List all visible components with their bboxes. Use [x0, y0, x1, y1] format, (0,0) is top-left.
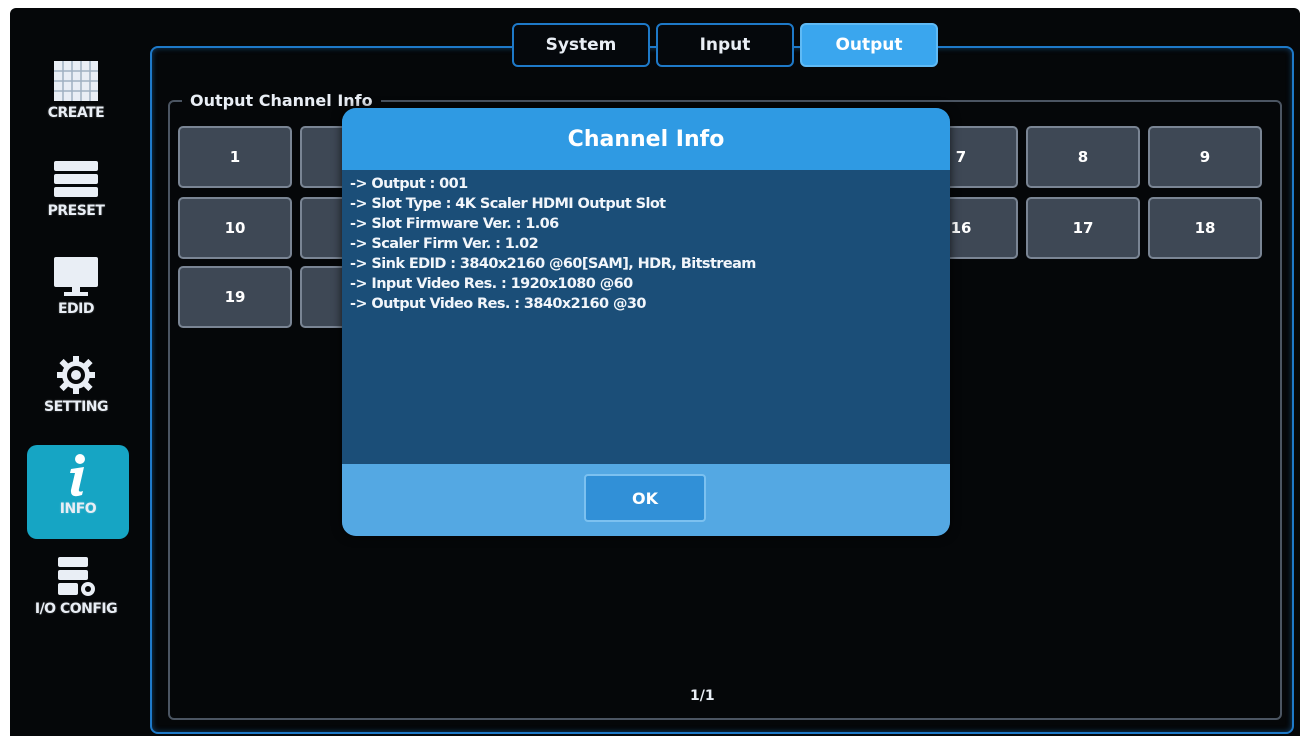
channel-button-1[interactable]: 1: [178, 126, 292, 188]
channel-button-19[interactable]: 19: [178, 266, 292, 328]
channel-info-dialog: Channel Info -> Output : 001 -> Slot Typ…: [342, 108, 950, 536]
info-line: -> Slot Type : 4K Scaler HDMI Output Slo…: [350, 196, 666, 212]
sidebar-item-label: SETTING: [44, 399, 108, 415]
sidebar-item-info[interactable]: INFO: [27, 445, 129, 539]
monitor-icon: [54, 257, 98, 297]
sidebar-item-create[interactable]: CREATE: [22, 53, 130, 147]
sidebar-item-label: PRESET: [47, 203, 105, 219]
grid-icon: [54, 61, 98, 101]
tab-input[interactable]: Input: [656, 23, 794, 67]
dialog-title: Channel Info: [342, 108, 950, 170]
info-line: -> Input Video Res. : 1920x1080 @60: [350, 276, 633, 292]
group-title: Output Channel Info: [182, 91, 381, 110]
dialog-body: -> Output : 001 -> Slot Type : 4K Scaler…: [342, 170, 950, 464]
dialog-footer: OK: [342, 464, 950, 536]
device-screen: CREATE PRESET EDID SETTING INFO I/O CONF…: [10, 8, 1300, 736]
sidebar-item-edid[interactable]: EDID: [22, 249, 130, 343]
info-line: -> Slot Firmware Ver. : 1.06: [350, 216, 559, 232]
io-config-icon: [54, 557, 98, 597]
info-line: -> Output : 001: [350, 176, 468, 192]
sidebar-item-label: INFO: [59, 501, 97, 517]
sidebar-item-preset[interactable]: PRESET: [22, 151, 130, 245]
channel-button-10[interactable]: 10: [178, 197, 292, 259]
page-indicator: 1/1: [690, 688, 715, 704]
top-tabs: System Input Output: [512, 23, 938, 67]
gear-icon: [54, 355, 98, 395]
info-icon: [56, 453, 100, 497]
sidebar-item-setting[interactable]: SETTING: [22, 347, 130, 441]
list-icon: [54, 159, 98, 199]
tab-output[interactable]: Output: [800, 23, 938, 67]
channel-button-18[interactable]: 18: [1148, 197, 1262, 259]
channel-button-17[interactable]: 17: [1026, 197, 1140, 259]
info-line: -> Output Video Res. : 3840x2160 @30: [350, 296, 646, 312]
sidebar-item-label: CREATE: [47, 105, 105, 121]
channel-button-9[interactable]: 9: [1148, 126, 1262, 188]
tab-system[interactable]: System: [512, 23, 650, 67]
sidebar-item-label: EDID: [57, 301, 95, 317]
ok-button[interactable]: OK: [584, 474, 706, 522]
info-line: -> Scaler Firm Ver. : 1.02: [350, 236, 539, 252]
channel-button-8[interactable]: 8: [1026, 126, 1140, 188]
info-line: -> Sink EDID : 3840x2160 @60[SAM], HDR, …: [350, 256, 756, 272]
sidebar-item-io-config[interactable]: I/O CONFIG: [22, 549, 130, 643]
sidebar-item-label: I/O CONFIG: [34, 601, 118, 617]
